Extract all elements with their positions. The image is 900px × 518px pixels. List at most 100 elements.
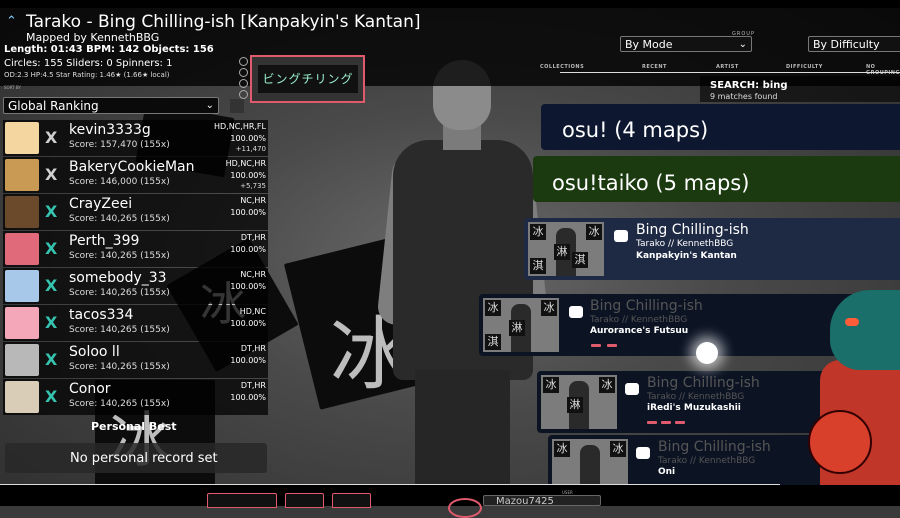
tab-underline [560,72,900,73]
group-osutaiko-label: osu!taiko (5 maps) [552,171,750,195]
dot[interactable] [239,57,248,66]
avatar [5,307,39,339]
card-thumbnail: 冰 冰 淋 [541,375,617,429]
grade-x: X [45,276,58,295]
card-title: Bing Chilling-ish [658,439,771,455]
mascot-ball [808,410,872,474]
leaderboard-row[interactable]: X kevin3333g Score: 157,470 (155x) HD,NC… [3,120,268,156]
leaderboard-row[interactable]: X Perth_399 Score: 140,265 (155x) DT,HR … [3,231,268,267]
leaderboard-row[interactable]: X CrayZeei Score: 140,265 (155x) NC,HR 1… [3,194,268,230]
player-score: Score: 140,265 (155x) [69,214,170,224]
ranking-dropdown[interactable]: Global Ranking ⌄ [3,97,219,114]
player-accuracy: 100.00% [230,356,266,365]
dot[interactable] [239,90,248,99]
taiko-mode-icon [614,230,628,242]
taiko-mode-icon [636,447,650,459]
player-accuracy: 100.00% [230,393,266,402]
leaderboard-row[interactable]: X Conor Score: 140,265 (155x) DT,HR 100.… [3,379,268,415]
player-name: tacos334 [69,307,134,323]
personal-best-label: Personal Best [91,420,177,433]
card-artist: Tarako // KennethBBG [590,315,688,325]
player-score: Score: 140,265 (155x) [69,399,170,409]
chevron-up-icon[interactable]: ⌃ [6,14,17,29]
card-thumbnail: 冰 冰 淇 淋 [483,298,559,352]
card-artist: Tarako // KennethBBG [636,239,734,249]
player-name: BakeryCookieMan [69,159,195,175]
player-score: Score: 146,000 (155x) [69,177,170,187]
card-difficulty: Oni [658,467,676,477]
player-name: somebody_33 [69,270,167,286]
taiko-mode-icon [625,383,639,395]
card-artist: Tarako // KennethBBG [647,392,745,402]
grade-x: X [45,239,58,258]
player-accuracy: 100.00% [230,134,266,143]
osu-logo-icon[interactable] [448,498,482,518]
player-mods: NC,HR [240,196,266,205]
player-accuracy: 100.00% [230,282,266,291]
leaderboard: X kevin3333g Score: 157,470 (155x) HD,NC… [3,120,268,416]
avatar [5,159,39,191]
player-accuracy: 100.00% [230,319,266,328]
ranking-toggle[interactable] [230,99,244,113]
beatmap-stats-length: Length: 01:43 BPM: 142 Objects: 156 [4,44,214,55]
grade-x: X [45,313,58,332]
player-score: Score: 140,265 (155x) [69,362,170,372]
player-accuracy: 100.00% [230,208,266,217]
tab-artist[interactable]: ARTIST [716,64,739,70]
grade-x: X [45,202,58,221]
taiko-mode-icon [569,306,583,318]
top-strip [0,0,900,8]
beatmap-thumbnail[interactable]: ビングチリング [250,55,365,103]
avatar [5,233,39,265]
search-matches: 9 matches found [710,92,778,101]
user-name[interactable]: Mazou7425 [483,495,601,507]
leaderboard-row[interactable]: X BakeryCookieMan Score: 146,000 (155x) … [3,157,268,193]
tab-difficulty[interactable]: DIFFICULTY [786,64,823,70]
grade-x: X [45,128,58,147]
player-mods: HD,NC,HR,FL [213,122,266,131]
leaderboard-row[interactable]: X tacos334 Score: 140,265 (155x) HD,NC 1… [3,305,268,341]
avatar [5,344,39,376]
beatmap-card[interactable]: 冰 冰 淇 淋 淇 Bing Chilling-ish Tarako // Ke… [524,218,900,280]
man-figure [376,60,549,506]
leaderboard-row[interactable]: X somebody_33 Score: 140,265 (155x) NC,H… [3,268,268,304]
beatmap-stats-objects: Circles: 155 Sliders: 0 Spinners: 1 [4,58,173,69]
beatmap-title: Tarako - Bing Chilling-ish [Kanpakyin's … [26,12,421,32]
player-score: Score: 157,470 (155x) [69,140,170,150]
player-score: Score: 140,265 (155x) [69,251,170,261]
avatar [5,196,39,228]
leaderboard-row[interactable]: X Soloo ll Score: 140,265 (155x) DT,HR 1… [3,342,268,378]
player-score: Score: 140,265 (155x) [69,288,170,298]
dot[interactable] [239,68,248,77]
beatmap-stats-difficulty: OD:2.3 HP:4.5 Star Rating: 1.46★ (1.66★ … [4,71,170,79]
player-mods: NC,HR [240,270,266,279]
avatar [5,270,39,302]
player-name: Perth_399 [69,233,140,249]
player-score: Score: 140,265 (155x) [69,325,170,335]
card-difficulty: Aurorance's Futsuu [590,326,689,336]
chevron-down-icon: ⌄ [205,100,214,111]
player-name: CrayZeei [69,196,133,212]
player-score-diff: +5,735 [240,182,266,190]
avatar [5,381,39,413]
tab-no-grouping[interactable]: NO GROUPING [866,64,900,76]
tab-recent[interactable]: RECENT [642,64,667,70]
group-dropdown[interactable]: By Mode ⌄ [620,36,752,52]
thumbnail-text: ビングチリング [258,65,358,93]
player-name: Soloo ll [69,344,120,360]
mascot-eye [845,318,859,326]
group-osu-label: osu! (4 maps) [562,118,709,142]
tab-collections[interactable]: COLLECTIONS [540,64,584,70]
search-query: SEARCH: bing [710,80,788,91]
sort-dropdown[interactable]: By Difficulty [808,36,900,52]
group-dropdown-value: By Mode [625,38,673,51]
card-difficulty: Kanpakyin's Kantan [636,251,737,261]
dot[interactable] [239,79,248,88]
player-accuracy: 100.00% [230,171,266,180]
grade-x: X [45,350,58,369]
ranking-label: SORT BY [4,85,21,90]
card-title: Bing Chilling-ish [647,375,760,391]
card-artist: Tarako // KennethBBG [658,456,756,466]
player-mods: HD,NC,HR [225,159,266,168]
player-score-diff: +11,470 [235,145,266,153]
